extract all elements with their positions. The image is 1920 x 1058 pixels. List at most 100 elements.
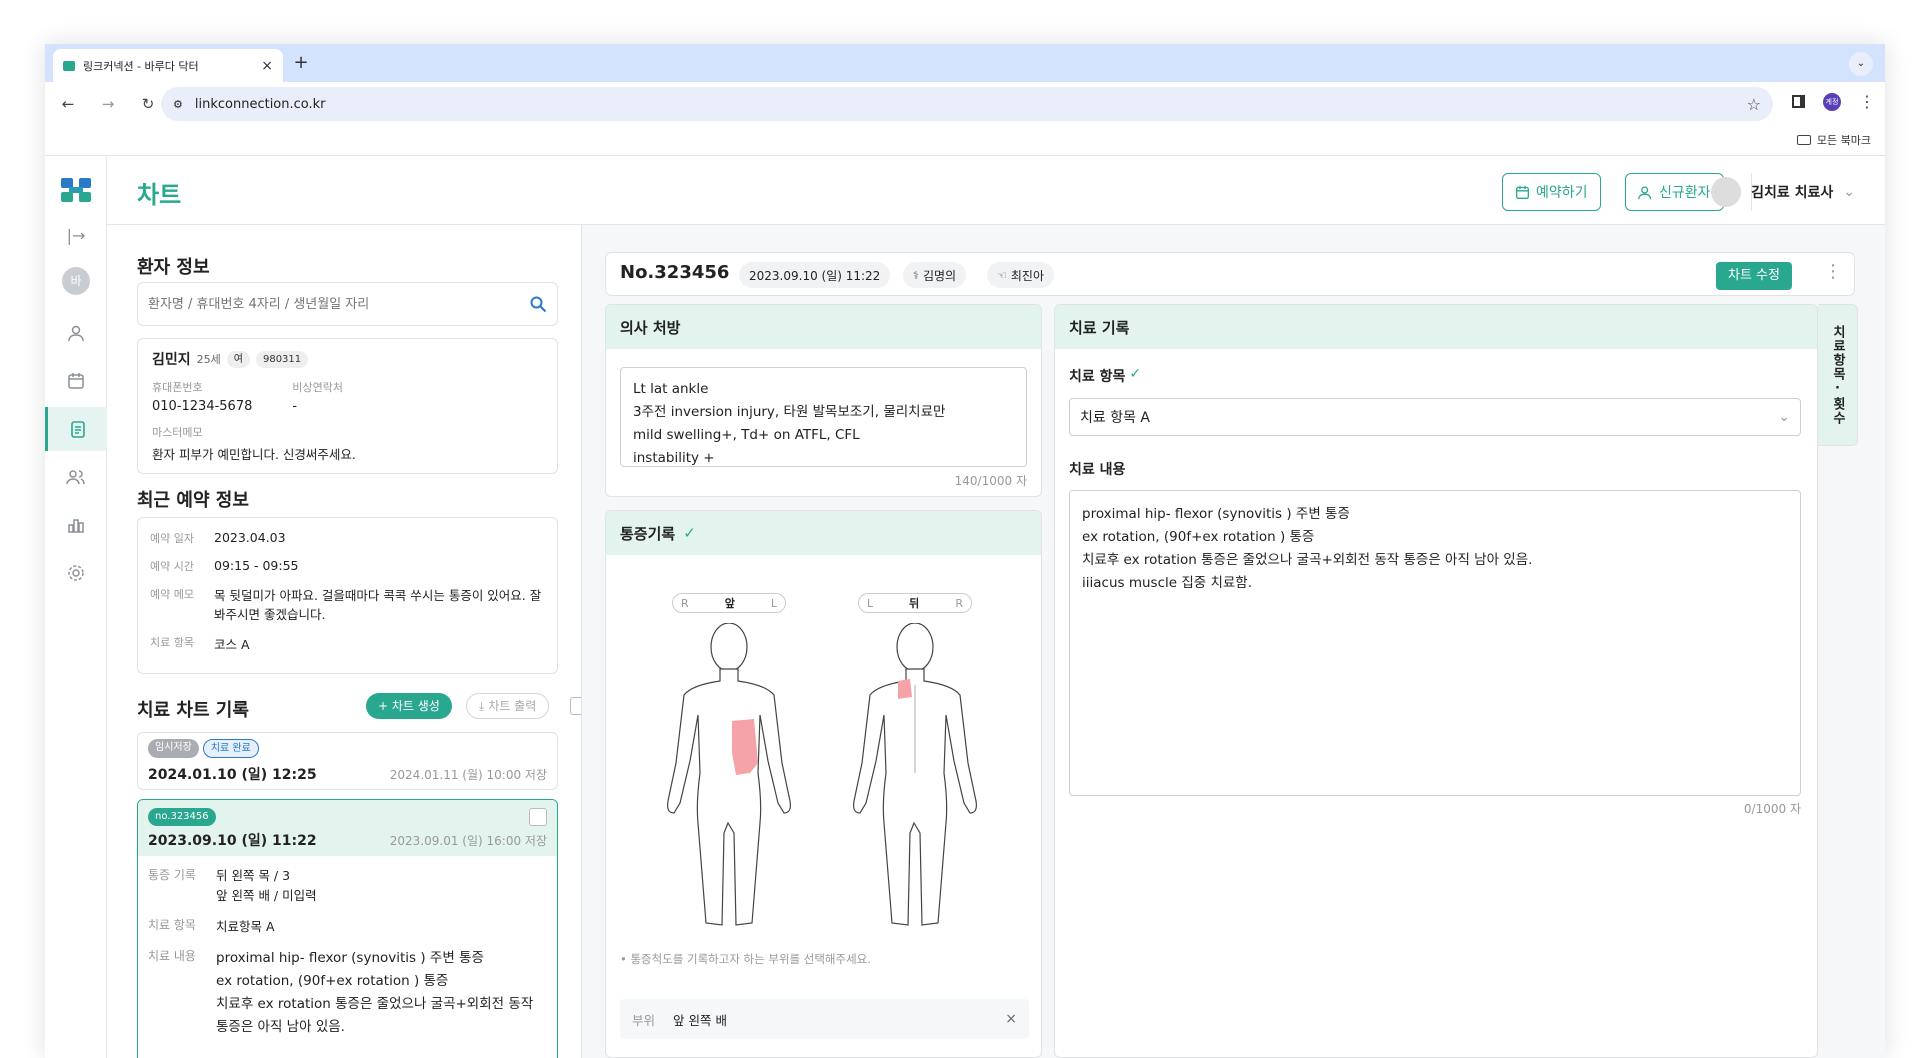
selected-part-row: 부위 앞 왼쪽 배 ×: [620, 999, 1029, 1039]
content-label: 치료 내용: [148, 949, 196, 963]
item-label: 치료 항목: [148, 918, 196, 932]
new-patient-button-label: 신규환자: [1659, 185, 1711, 201]
front-left-letter: R: [681, 596, 689, 610]
select-all-checkbox[interactable]: [570, 697, 581, 715]
more-icon[interactable]: ⋮: [1824, 261, 1842, 282]
record-checkbox[interactable]: [529, 808, 547, 826]
reserve-button[interactable]: 예약하기: [1502, 173, 1601, 211]
patient-sex-badge: 여: [226, 350, 250, 368]
person-add-icon: [1638, 185, 1652, 199]
reload-icon[interactable]: ↻: [135, 91, 161, 117]
app-root: |→ 바 차트 예약하기 신규환자 김치료 치료사 ⌄ 환자 정보 환자명 / …: [45, 157, 1885, 1058]
patient-search[interactable]: [137, 282, 558, 326]
back-view-label: L 뒤 R: [858, 593, 972, 613]
stats-icon[interactable]: [45, 503, 107, 547]
page-title: 차트: [137, 181, 182, 209]
folder-icon: [1796, 135, 1811, 145]
treatment-item-select[interactable]: 치료 항목 A ⌄: [1069, 398, 1801, 436]
treatment-line: proximal hip- flexor (synovitis ) 주변 통증: [1082, 506, 1350, 522]
treatment-item-label: 치료 항목: [1069, 369, 1126, 385]
profile-avatar[interactable]: 계정: [1823, 92, 1841, 111]
record-saved: 2023.09.01 (일) 16:00 저장: [389, 833, 547, 848]
check-icon: ✓: [1129, 366, 1142, 382]
content-line: 치료후 ex rotation 통증은 줄었으나 굴곡+외회전 동작: [216, 996, 534, 1012]
avatar[interactable]: 바: [45, 259, 107, 303]
back-label: 뒤: [909, 597, 920, 610]
all-bookmarks[interactable]: 모든 북마크: [1796, 132, 1871, 148]
print-chart-button[interactable]: ⤓ 차트 출력: [466, 693, 550, 719]
create-chart-button[interactable]: + 차트 생성: [366, 693, 452, 719]
tab-search-chevron-icon[interactable]: ⌄: [1849, 52, 1873, 76]
emergency-label: 비상연락처: [292, 381, 343, 394]
reservation-title: 최근 예약 정보: [137, 490, 249, 511]
calendar-icon[interactable]: [45, 359, 107, 403]
reservation-time-label: 예약 시간: [150, 560, 194, 573]
site-info-icon[interactable]: ⚙: [173, 98, 183, 111]
side-panel-icon[interactable]: [1792, 95, 1805, 108]
pain-region-front-abdomen[interactable]: [732, 719, 758, 775]
close-icon[interactable]: ×: [1005, 1011, 1017, 1027]
chart-nav-icon[interactable]: [45, 407, 107, 451]
chart-datetime: 2023.09.10 (일) 11:22: [739, 262, 891, 288]
browser-menu-icon[interactable]: ⋮: [1859, 92, 1875, 111]
back-body-diagram[interactable]: [848, 623, 982, 929]
logo-icon[interactable]: [45, 169, 107, 213]
settings-icon[interactable]: [45, 551, 107, 595]
pain-title-bar: 통증기록 ✓: [606, 511, 1041, 555]
prescription-counter: 140/1000 자: [954, 474, 1027, 488]
chart-number-badge: no.323456: [148, 808, 216, 826]
app-header: 차트 예약하기 신규환자 김치료 치료사 ⌄: [107, 157, 1885, 225]
temp-saved-badge: 임시저장: [148, 739, 199, 758]
reservation-memo: 목 뒷덜미가 아파요. 걸을때마다 콕콕 쑤시는 통증이 있어요. 잘 봐주시면…: [214, 588, 542, 622]
reservation-date: 2023.04.03: [214, 530, 286, 545]
chevron-down-icon: ⌄: [1843, 184, 1855, 200]
patient-birth-badge: 980311: [255, 350, 309, 368]
new-tab-button[interactable]: +: [289, 52, 313, 76]
chart-record[interactable]: 임시저장 치료 완료 2024.01.10 (일) 12:25 2024.01.…: [137, 732, 558, 790]
search-input[interactable]: [148, 296, 529, 312]
front-view-label: R 앞 L: [672, 593, 786, 613]
bookmarks-bar: 모든 북마크: [45, 126, 1885, 156]
print-chart-label: 차트 출력: [488, 699, 537, 713]
item-value: 치료항목 A: [216, 919, 275, 934]
user-menu[interactable]: 김치료 치료사 ⌄: [1711, 177, 1855, 207]
back-arrow-icon[interactable]: ←: [55, 91, 81, 117]
treatment-line: ex rotation, (90f+ex rotation ) 통증: [1082, 529, 1315, 545]
browser-tab[interactable]: 링크커넥션 - 바루다 닥터 ×: [53, 49, 283, 82]
download-icon: ⤓: [479, 699, 485, 713]
front-body-diagram[interactable]: [662, 623, 796, 929]
tab-strip: 링크커넥션 - 바루다 닥터 × + ⌄: [45, 44, 1885, 82]
edit-chart-button[interactable]: 차트 수정: [1716, 262, 1792, 290]
chart-record-selected[interactable]: no.323456 2023.09.10 (일) 11:22 2023.09.0…: [137, 799, 558, 1058]
prescription-line: instability +: [633, 450, 715, 466]
treatment-content-textarea[interactable]: proximal hip- flexor (synovitis ) 주변 통증 …: [1069, 490, 1801, 796]
side-tab-treatment-count[interactable]: 치료항목·횟수: [1818, 304, 1858, 446]
tab-close-icon[interactable]: ×: [261, 58, 273, 74]
front-label: 앞: [724, 597, 735, 610]
collapse-icon[interactable]: |→: [45, 213, 107, 257]
treatment-item-value: 치료 항목 A: [1080, 410, 1150, 426]
pain-title: 통증기록: [620, 524, 676, 543]
forward-arrow-icon[interactable]: →: [95, 91, 121, 117]
patient-icon[interactable]: [45, 311, 107, 355]
treatment-title: 치료 기록: [1055, 305, 1817, 349]
prescription-line: mild swelling+, Td+ on ATFL, CFL: [633, 427, 860, 443]
record-datetime: 2024.01.10 (일) 12:25: [148, 767, 317, 783]
record-datetime: 2023.09.10 (일) 11:22: [148, 833, 317, 849]
bookmark-star-icon[interactable]: ☆: [1747, 95, 1761, 114]
chart-number: No.323456: [620, 262, 730, 283]
pain-region-back-neck[interactable]: [898, 679, 912, 699]
completed-badge: 치료 완료: [202, 739, 259, 758]
search-icon[interactable]: [529, 295, 547, 313]
treatment-line: iiiacus muscle 집중 치료함.: [1082, 575, 1253, 591]
favicon-icon: [63, 60, 75, 71]
therapist-pill: ☜ 최진아: [987, 262, 1054, 288]
all-bookmarks-label: 모든 북마크: [1816, 134, 1871, 147]
users-icon[interactable]: [45, 455, 107, 499]
address-bar[interactable]: ⚙ linkconnection.co.kr ☆: [161, 87, 1773, 121]
prescription-line: Lt lat ankle: [633, 381, 709, 397]
new-patient-button[interactable]: 신규환자: [1625, 173, 1724, 211]
content-line: 통증은 아직 남아 있음.: [216, 1019, 345, 1035]
prescription-text[interactable]: Lt lat ankle 3주전 inversion injury, 타원 발목…: [620, 367, 1027, 467]
treatment-item-label-row: 치료 항목 ✓: [1069, 366, 1141, 386]
